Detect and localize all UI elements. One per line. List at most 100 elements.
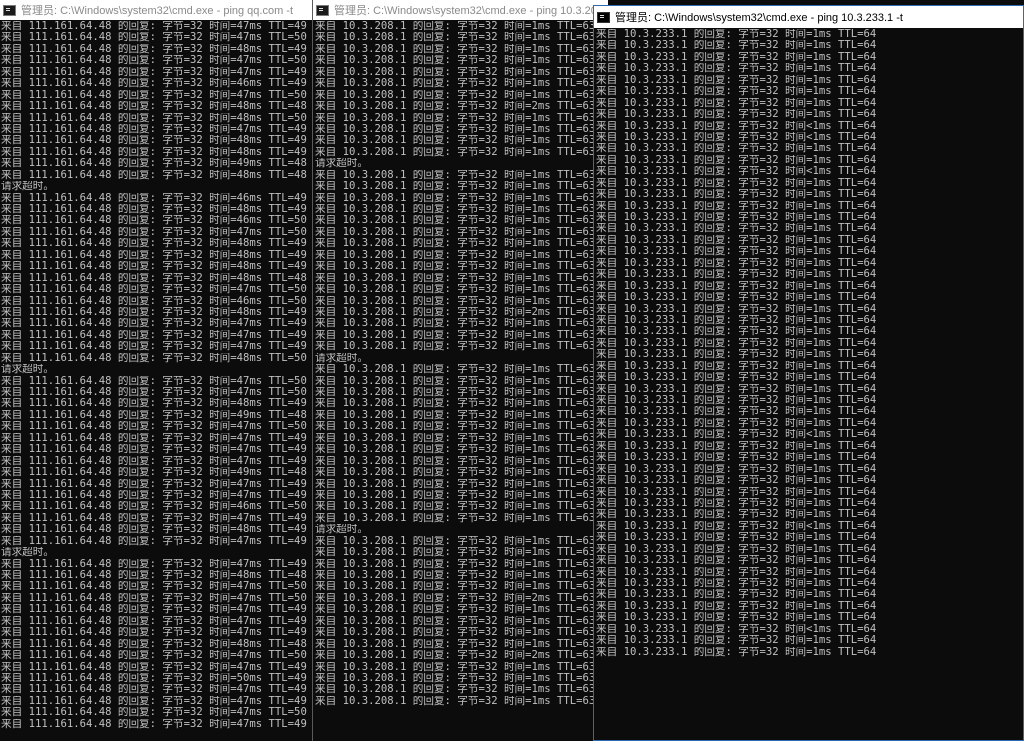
console-line: 来自 111.161.64.48 的回复: 字节=32 时间=46ms TTL=… [1,295,307,307]
console-line: 来自 111.161.64.48 的回复: 字节=32 时间=48ms TTL=… [1,43,307,55]
console-line: 来自 111.161.64.48 的回复: 字节=32 时间=48ms TTL=… [1,112,307,124]
console-line: 来自 111.161.64.48 的回复: 字节=32 时间=48ms TTL=… [1,238,307,250]
console-line: 来自 10.3.233.1 的回复: 字节=32 时间=1ms TTL=64 [596,406,877,418]
console-line: 来自 10.3.208.1 的回复: 字节=32 时间=1ms TTL=63 [315,112,596,124]
console-line: 来自 10.3.233.1 的回复: 字节=32 时间=1ms TTL=64 [596,349,877,361]
console-line: 来自 111.161.64.48 的回复: 字节=32 时间=46ms TTL=… [1,215,307,227]
console-line: 来自 10.3.208.1 的回复: 字节=32 时间=1ms TTL=63 [315,135,596,147]
console-line: 来自 111.161.64.48 的回复: 字节=32 时间=47ms TTL=… [1,684,307,696]
console-line: 来自 10.3.208.1 的回复: 字节=32 时间=1ms TTL=63 [315,249,596,261]
console-line: 来自 111.161.64.48 的回复: 字节=32 时间=48ms TTL=… [1,638,307,650]
console-line: 来自 10.3.233.1 的回复: 字节=32 时间=1ms TTL=64 [596,303,877,315]
console-line: 来自 10.3.208.1 的回复: 字节=32 时间=1ms TTL=63 [315,409,596,421]
console-line: 来自 10.3.233.1 的回复: 字节=32 时间=1ms TTL=64 [596,395,877,406]
cmd-window-208[interactable]: 管理员: C:\Windows\system32\cmd.exe - ping … [312,0,608,741]
console-line: 来自 10.3.233.1 的回复: 字节=32 时间=1ms TTL=64 [596,246,877,258]
console-line: 来自 10.3.208.1 的回复: 字节=32 时间=2ms TTL=63 [315,592,596,604]
console-line: 来自 111.161.64.48 的回复: 字节=32 时间=47ms TTL=… [1,32,307,44]
console-line: 来自 111.161.64.48 的回复: 字节=32 时间=47ms TTL=… [1,226,307,238]
console-line: 来自 111.161.64.48 的回复: 字节=32 时间=47ms TTL=… [1,329,307,341]
console-line: 来自 10.3.208.1 的回复: 字节=32 时间=1ms TTL=63 [315,512,596,524]
console-line: 来自 10.3.208.1 的回复: 字节=32 时间=1ms TTL=63 [315,284,596,296]
console-line: 来自 10.3.208.1 的回复: 字节=32 时间=1ms TTL=63 [315,261,596,273]
console-line: 来自 111.161.64.48 的回复: 字节=32 时间=48ms TTL=… [1,398,307,410]
console-line: 来自 10.3.233.1 的回复: 字节=32 时间=1ms TTL=64 [596,600,877,612]
console-line: 来自 111.161.64.48 的回复: 字节=32 时间=47ms TTL=… [1,387,307,398]
console-line: 来自 111.161.64.48 的回复: 字节=32 时间=47ms TTL=… [1,66,307,78]
console-line: 来自 111.161.64.48 的回复: 字节=32 时间=48ms TTL=… [1,261,307,273]
console-line: 来自 10.3.208.1 的回复: 字节=32 时间=1ms TTL=63 [315,123,596,135]
console-line: 来自 10.3.233.1 的回复: 字节=32 时间<1ms TTL=64 [596,166,877,178]
console-line: 来自 111.161.64.48 的回复: 字节=32 时间=47ms TTL=… [1,432,307,444]
console-line: 来自 111.161.64.48 的回复: 字节=32 时间=47ms TTL=… [1,581,307,593]
title-bar[interactable]: 管理员: C:\Windows\system32\cmd.exe - ping … [594,6,1023,28]
console-line: 来自 10.3.208.1 的回复: 字节=32 时间=1ms TTL=63 [315,581,596,593]
console-line: 来自 111.161.64.48 的回复: 字节=32 时间=48ms TTL=… [1,570,307,581]
console-line: 来自 10.3.233.1 的回复: 字节=32 时间=1ms TTL=64 [596,177,877,189]
console-line: 来自 10.3.208.1 的回复: 字节=32 时间=1ms TTL=63 [315,627,596,639]
console-line: 来自 10.3.233.1 的回复: 字节=32 时间=1ms TTL=64 [596,97,877,109]
console-line: 来自 111.161.64.48 的回复: 字节=32 时间=48ms TTL=… [1,272,307,284]
console-line: 来自 111.161.64.48 的回复: 字节=32 时间=49ms TTL=… [1,467,307,479]
console-line: 来自 10.3.233.1 的回复: 字节=32 时间=1ms TTL=64 [596,646,877,658]
console-output[interactable]: 来自 111.161.64.48 的回复: 字节=32 时间=47ms TTL=… [0,20,320,730]
console-line: 来自 10.3.233.1 的回复: 字节=32 时间=1ms TTL=64 [596,360,877,372]
console-output[interactable]: 来自 10.3.208.1 的回复: 字节=32 时间=1ms TTL=63 来自… [313,20,608,707]
console-line: 来自 10.3.208.1 的回复: 字节=32 时间=1ms TTL=63 [315,455,596,467]
console-line: 来自 111.161.64.48 的回复: 字节=32 时间=47ms TTL=… [1,707,307,719]
console-line: 来自 111.161.64.48 的回复: 字节=32 时间=47ms TTL=… [1,123,307,135]
console-line: 来自 10.3.233.1 的回复: 字节=32 时间=1ms TTL=64 [596,509,877,521]
console-line: 来自 10.3.233.1 的回复: 字节=32 时间=1ms TTL=64 [596,452,877,464]
console-line: 来自 10.3.208.1 的回复: 字节=32 时间=1ms TTL=63 [315,558,596,570]
console-line: 来自 111.161.64.48 的回复: 字节=32 时间=47ms TTL=… [1,695,307,707]
console-line: 来自 10.3.233.1 的回复: 字节=32 时间=1ms TTL=64 [596,257,877,269]
console-line: 来自 10.3.233.1 的回复: 字节=32 时间=1ms TTL=64 [596,566,877,578]
console-line: 来自 111.161.64.48 的回复: 字节=32 时间=47ms TTL=… [1,444,307,456]
console-line: 来自 10.3.233.1 的回复: 字节=32 时间=1ms TTL=64 [596,383,877,395]
title-bar[interactable]: 管理员: C:\Windows\system32\cmd.exe - ping … [0,0,320,20]
console-line: 来自 10.3.233.1 的回复: 字节=32 时间=1ms TTL=64 [596,269,877,281]
title-bar[interactable]: 管理员: C:\Windows\system32\cmd.exe - ping … [313,0,608,20]
cmd-window-233[interactable]: 管理员: C:\Windows\system32\cmd.exe - ping … [593,5,1024,741]
console-line: 来自 10.3.208.1 的回复: 字节=32 时间=2ms TTL=63 [315,306,596,318]
console-line: 来自 10.3.233.1 的回复: 字节=32 时间=1ms TTL=64 [596,589,877,601]
console-line: 来自 111.161.64.48 的回复: 字节=32 时间=48ms TTL=… [1,204,307,215]
console-line: 来自 111.161.64.48 的回复: 字节=32 时间=50ms TTL=… [1,672,307,684]
console-line: 来自 10.3.233.1 的回复: 字节=32 时间=1ms TTL=64 [596,234,877,246]
console-line: 请求超时。 [1,364,54,376]
console-line: 来自 10.3.208.1 的回复: 字节=32 时间=1ms TTL=63 [315,478,596,490]
console-line: 来自 10.3.208.1 的回复: 字节=32 时间=1ms TTL=63 [315,661,596,673]
console-line: 来自 10.3.233.1 的回复: 字节=32 时间<1ms TTL=64 [596,120,877,132]
console-line: 请求超时。 [1,181,54,193]
console-line: 来自 10.3.233.1 的回复: 字节=32 时间=1ms TTL=64 [596,475,877,487]
console-line: 来自 111.161.64.48 的回复: 字节=32 时间=49ms TTL=… [1,158,307,170]
console-line: 来自 111.161.64.48 的回复: 字节=32 时间=47ms TTL=… [1,512,307,524]
console-line: 来自 111.161.64.48 的回复: 字节=32 时间=48ms TTL=… [1,169,307,181]
console-line: 来自 10.3.233.1 的回复: 字节=32 时间=1ms TTL=64 [596,578,877,589]
console-line: 来自 10.3.208.1 的回复: 字节=32 时间=1ms TTL=63 [315,387,596,398]
console-line: 来自 111.161.64.48 的回复: 字节=32 时间=48ms TTL=… [1,249,307,261]
console-line: 来自 10.3.208.1 的回复: 字节=32 时间=1ms TTL=63 [315,341,596,353]
console-line: 来自 111.161.64.48 的回复: 字节=32 时间=48ms TTL=… [1,352,307,364]
console-line: 来自 10.3.208.1 的回复: 字节=32 时间=1ms TTL=63 [315,55,596,67]
console-line: 来自 10.3.208.1 的回复: 字节=32 时间=1ms TTL=63 [315,547,596,559]
console-line: 来自 10.3.233.1 的回复: 字节=32 时间=1ms TTL=64 [596,486,877,498]
console-line: 来自 10.3.208.1 的回复: 字节=32 时间=1ms TTL=63 [315,489,596,501]
console-line: 来自 10.3.208.1 的回复: 字节=32 时间=2ms TTL=63 [315,101,596,113]
console-line: 来自 10.3.208.1 的回复: 字节=32 时间=1ms TTL=63 [315,501,596,513]
console-line: 来自 10.3.233.1 的回复: 字节=32 时间=1ms TTL=64 [596,40,877,52]
console-output[interactable]: 来自 10.3.233.1 的回复: 字节=32 时间=1ms TTL=64 来自… [594,28,1023,658]
console-line: 来自 10.3.208.1 的回复: 字节=32 时间=1ms TTL=63 [315,43,596,55]
console-line: 来自 111.161.64.48 的回复: 字节=32 时间=47ms TTL=… [1,558,307,570]
console-line: 来自 10.3.233.1 的回复: 字节=32 时间<1ms TTL=64 [596,623,877,635]
console-line: 来自 10.3.233.1 的回复: 字节=32 时间=1ms TTL=64 [596,29,877,40]
console-line: 来自 10.3.208.1 的回复: 字节=32 时间=1ms TTL=63 [315,238,596,250]
console-line: 来自 10.3.208.1 的回复: 字节=32 时间=1ms TTL=63 [315,421,596,433]
console-line: 来自 10.3.208.1 的回复: 字节=32 时间=1ms TTL=63 [315,535,596,547]
console-line: 来自 10.3.208.1 的回复: 字节=32 时间=1ms TTL=63 [315,398,596,410]
cmd-window-qq[interactable]: 管理员: C:\Windows\system32\cmd.exe - ping … [0,0,320,741]
console-line: 来自 10.3.233.1 的回复: 字节=32 时间=1ms TTL=64 [596,417,877,429]
console-line: 来自 10.3.233.1 的回复: 字节=32 时间=1ms TTL=64 [596,440,877,452]
console-line: 来自 111.161.64.48 的回复: 字节=32 时间=47ms TTL=… [1,375,307,387]
console-line: 来自 10.3.208.1 的回复: 字节=32 时间=1ms TTL=63 [315,444,596,456]
